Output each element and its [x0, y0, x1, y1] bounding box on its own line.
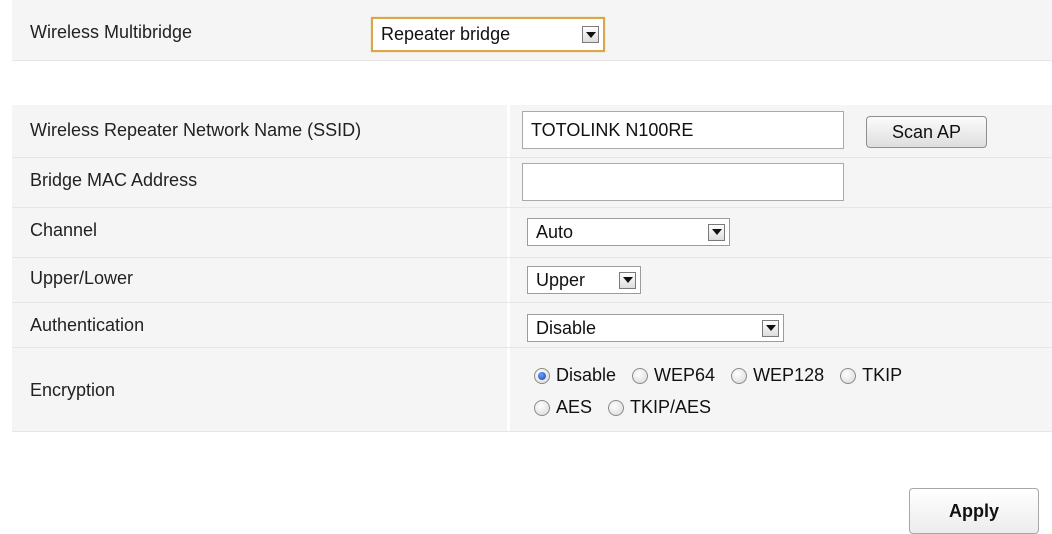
ssid-label: Wireless Repeater Network Name (SSID) — [30, 120, 362, 140]
radio-option-wep64[interactable]: WEP64 — [632, 365, 715, 386]
channel-label: Channel — [30, 220, 98, 240]
chevron-down-icon[interactable] — [582, 26, 599, 43]
chevron-down-icon[interactable] — [762, 319, 779, 337]
multibridge-label: Wireless Multibridge — [30, 22, 193, 42]
encryption-options-line2: AES TKIP/AES — [534, 397, 727, 418]
radio-option-label: WEP128 — [753, 365, 825, 385]
radio-option-disable[interactable]: Disable — [534, 365, 616, 386]
row-divider — [12, 347, 1052, 348]
radio-icon[interactable] — [840, 367, 857, 384]
ssid-input[interactable] — [522, 111, 844, 149]
radio-icon[interactable] — [608, 399, 625, 416]
row-divider — [12, 257, 1052, 258]
radio-icon[interactable] — [534, 399, 550, 416]
radio-icon[interactable] — [632, 367, 649, 384]
radio-option-aes[interactable]: AES — [534, 397, 592, 418]
authentication-value: Disable — [536, 317, 597, 338]
upper-lower-value: Upper — [536, 269, 586, 290]
radio-option-label: AES — [556, 397, 593, 417]
bridge-mac-input[interactable] — [522, 163, 844, 201]
upper-lower-select[interactable]: Upper — [527, 266, 641, 294]
encryption-options-line1: Disable WEP64 WEP128 TKIP — [534, 365, 902, 386]
radio-option-label: TKIP/AES — [630, 397, 712, 417]
multibridge-divider — [12, 60, 1052, 61]
radio-option-label: WEP64 — [654, 365, 716, 385]
channel-value: Auto — [536, 221, 574, 242]
row-divider — [12, 157, 1052, 158]
apply-button[interactable]: Apply — [909, 488, 1039, 534]
radio-icon[interactable] — [731, 367, 748, 384]
channel-select[interactable]: Auto — [527, 218, 730, 246]
row-divider — [12, 207, 1052, 208]
chevron-down-icon[interactable] — [708, 223, 725, 241]
chevron-down-icon[interactable] — [619, 271, 636, 289]
radio-option-tkip-aes[interactable]: TKIP/AES — [608, 397, 711, 418]
column-divider — [507, 105, 510, 431]
bridge-mac-label: Bridge MAC Address — [30, 170, 198, 190]
radio-option-label: Disable — [556, 365, 617, 385]
authentication-label: Authentication — [30, 315, 145, 335]
scan-ap-button[interactable]: Scan AP — [866, 116, 987, 148]
upper-lower-label: Upper/Lower — [30, 268, 134, 288]
radio-option-label: TKIP — [862, 365, 903, 385]
radio-option-wep128[interactable]: WEP128 — [731, 365, 824, 386]
multibridge-select[interactable]: Repeater bridge — [371, 17, 605, 52]
authentication-select[interactable]: Disable — [527, 314, 784, 342]
radio-option-tkip[interactable]: TKIP — [840, 365, 902, 386]
multibridge-value: Repeater bridge — [381, 24, 511, 44]
encryption-label: Encryption — [30, 380, 116, 400]
radio-selected-icon[interactable] — [534, 367, 550, 384]
row-divider — [12, 302, 1052, 303]
row-divider — [12, 431, 1052, 432]
